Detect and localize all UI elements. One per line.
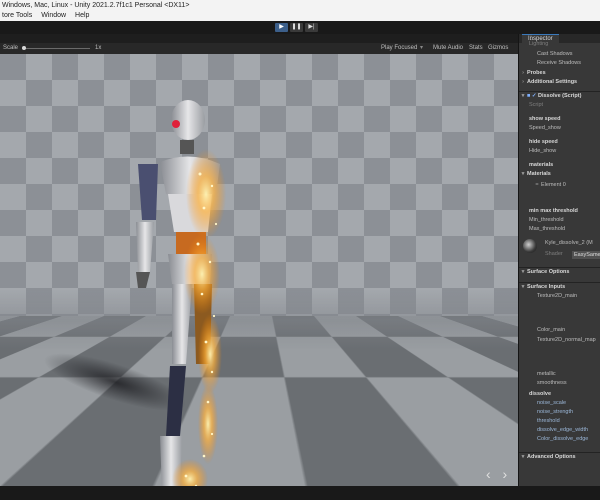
additional-settings-foldout[interactable]: › Additional Settings [519, 78, 600, 87]
min-threshold-field[interactable]: Min_threshold [519, 216, 600, 225]
cast-shadows-field[interactable]: Cast Shadows [519, 50, 600, 59]
scale-slider-handle[interactable] [22, 46, 26, 50]
checker-wall [0, 54, 518, 316]
color-dissolve-edge-field[interactable]: Color_dissolve_edge [519, 435, 600, 444]
window-title: Windows, Mac, Linux - Unity 2021.2.7f1c1… [2, 2, 190, 9]
texture2d-normal-map-field[interactable]: Texture2D_normal_map [519, 336, 600, 345]
drag-handle-icon: = [535, 182, 539, 188]
pause-button[interactable]: ❚❚ [290, 23, 303, 32]
smoothness-field[interactable]: smoothness [519, 379, 600, 388]
hide-show-field[interactable]: Hide_show [519, 147, 600, 156]
step-button[interactable]: ▶| [305, 23, 318, 32]
game-view-toolbar: Scale 1x Play Focused ▾ Mute Audio Stats… [0, 43, 518, 54]
shader-dropdown[interactable]: EasySamen [572, 251, 600, 259]
element-0-field[interactable]: = Element 0 [519, 181, 600, 190]
min-max-threshold-header: min max threshold [529, 208, 578, 214]
chevron-down-icon: ▾ [521, 284, 525, 290]
materials-header: materials [529, 162, 554, 168]
game-viewport[interactable]: ‹ › [0, 54, 518, 486]
speed-show-field[interactable]: Speed_show [519, 124, 600, 133]
menu-item-store-tools[interactable]: tore Tools [2, 12, 32, 19]
chevron-down-icon: ▾ [521, 454, 525, 460]
scale-slider[interactable] [22, 48, 90, 49]
receive-shadows-field[interactable]: Receive Shadows [519, 59, 600, 68]
pause-icon: ❚❚ [291, 24, 302, 30]
script-label: Script [529, 102, 544, 108]
dissolve-script-header[interactable]: ▾ ■ ✓ Dissolve (Script) [519, 91, 600, 100]
chevron-down-icon: ▾ [521, 171, 525, 177]
hide-speed-header: hide speed [529, 139, 558, 145]
chevron-right-icon: › [522, 79, 524, 85]
menu-item-help[interactable]: Help [75, 12, 89, 19]
dissolve-edge-width-field[interactable]: dissolve_edge_width [519, 426, 600, 435]
noise-scale-field[interactable]: noise_scale [519, 399, 600, 408]
window-title-bar: Windows, Mac, Linux - Unity 2021.2.7f1c1… [0, 0, 600, 11]
play-focused-dropdown[interactable]: Play Focused [381, 43, 417, 54]
chevron-right-icon: › [522, 70, 524, 76]
inspector-panel: Inspector ⋮ Lighting Cast Shadows Receiv… [518, 34, 600, 486]
main-toolbar: ▶ ❚❚ ▶| [0, 21, 600, 34]
metallic-field[interactable]: metallic [519, 370, 600, 379]
texture2d-main-field[interactable]: Texture2D_main [519, 292, 600, 301]
lighting-header: Lighting [529, 41, 549, 47]
advanced-options-foldout[interactable]: ▾ Advanced Options [519, 452, 600, 461]
horizon-fog [0, 290, 518, 350]
play-icon: ▶ [279, 24, 284, 30]
menu-item-window[interactable]: Window [41, 12, 66, 19]
robot-eye [172, 120, 180, 128]
status-bar [0, 486, 600, 500]
noise-strength-field[interactable]: noise_strength [519, 408, 600, 417]
scale-value: 1x [95, 45, 102, 51]
max-threshold-field[interactable]: Max_threshold [519, 225, 600, 234]
threshold-field[interactable]: threshold [519, 417, 600, 426]
color-main-field[interactable]: Color_main [519, 326, 600, 335]
gizmos-toggle[interactable]: Gizmos [488, 43, 508, 54]
step-icon: ▶| [308, 24, 315, 30]
scale-label: Scale [3, 45, 19, 51]
script-icon: ■ ✓ [527, 93, 538, 99]
robot-character [136, 100, 226, 486]
surface-inputs-foldout[interactable]: ▾ Surface Inputs [519, 282, 600, 291]
chevron-down-icon: ▾ [521, 269, 525, 275]
surface-options-foldout[interactable]: ▾ Surface Options [519, 267, 600, 276]
menu-bar: tore Tools Window Help [0, 11, 600, 21]
dissolve-foldout[interactable]: dissolve [519, 390, 600, 399]
play-button[interactable]: ▶ [275, 23, 288, 32]
nav-arrows[interactable]: ‹ › [486, 466, 511, 482]
materials-foldout[interactable]: ▾ Materials [519, 170, 600, 179]
stats-toggle[interactable]: Stats [469, 43, 483, 54]
show-speed-header: show speed [529, 116, 561, 122]
probes-foldout[interactable]: › Probes [519, 69, 600, 78]
material-name[interactable]: Kyle_dissolve_2 (M [519, 239, 600, 248]
mute-audio-toggle[interactable]: Mute Audio [433, 43, 463, 54]
chevron-down-icon[interactable]: ▾ [420, 43, 423, 54]
chevron-down-icon: ▾ [521, 93, 525, 99]
